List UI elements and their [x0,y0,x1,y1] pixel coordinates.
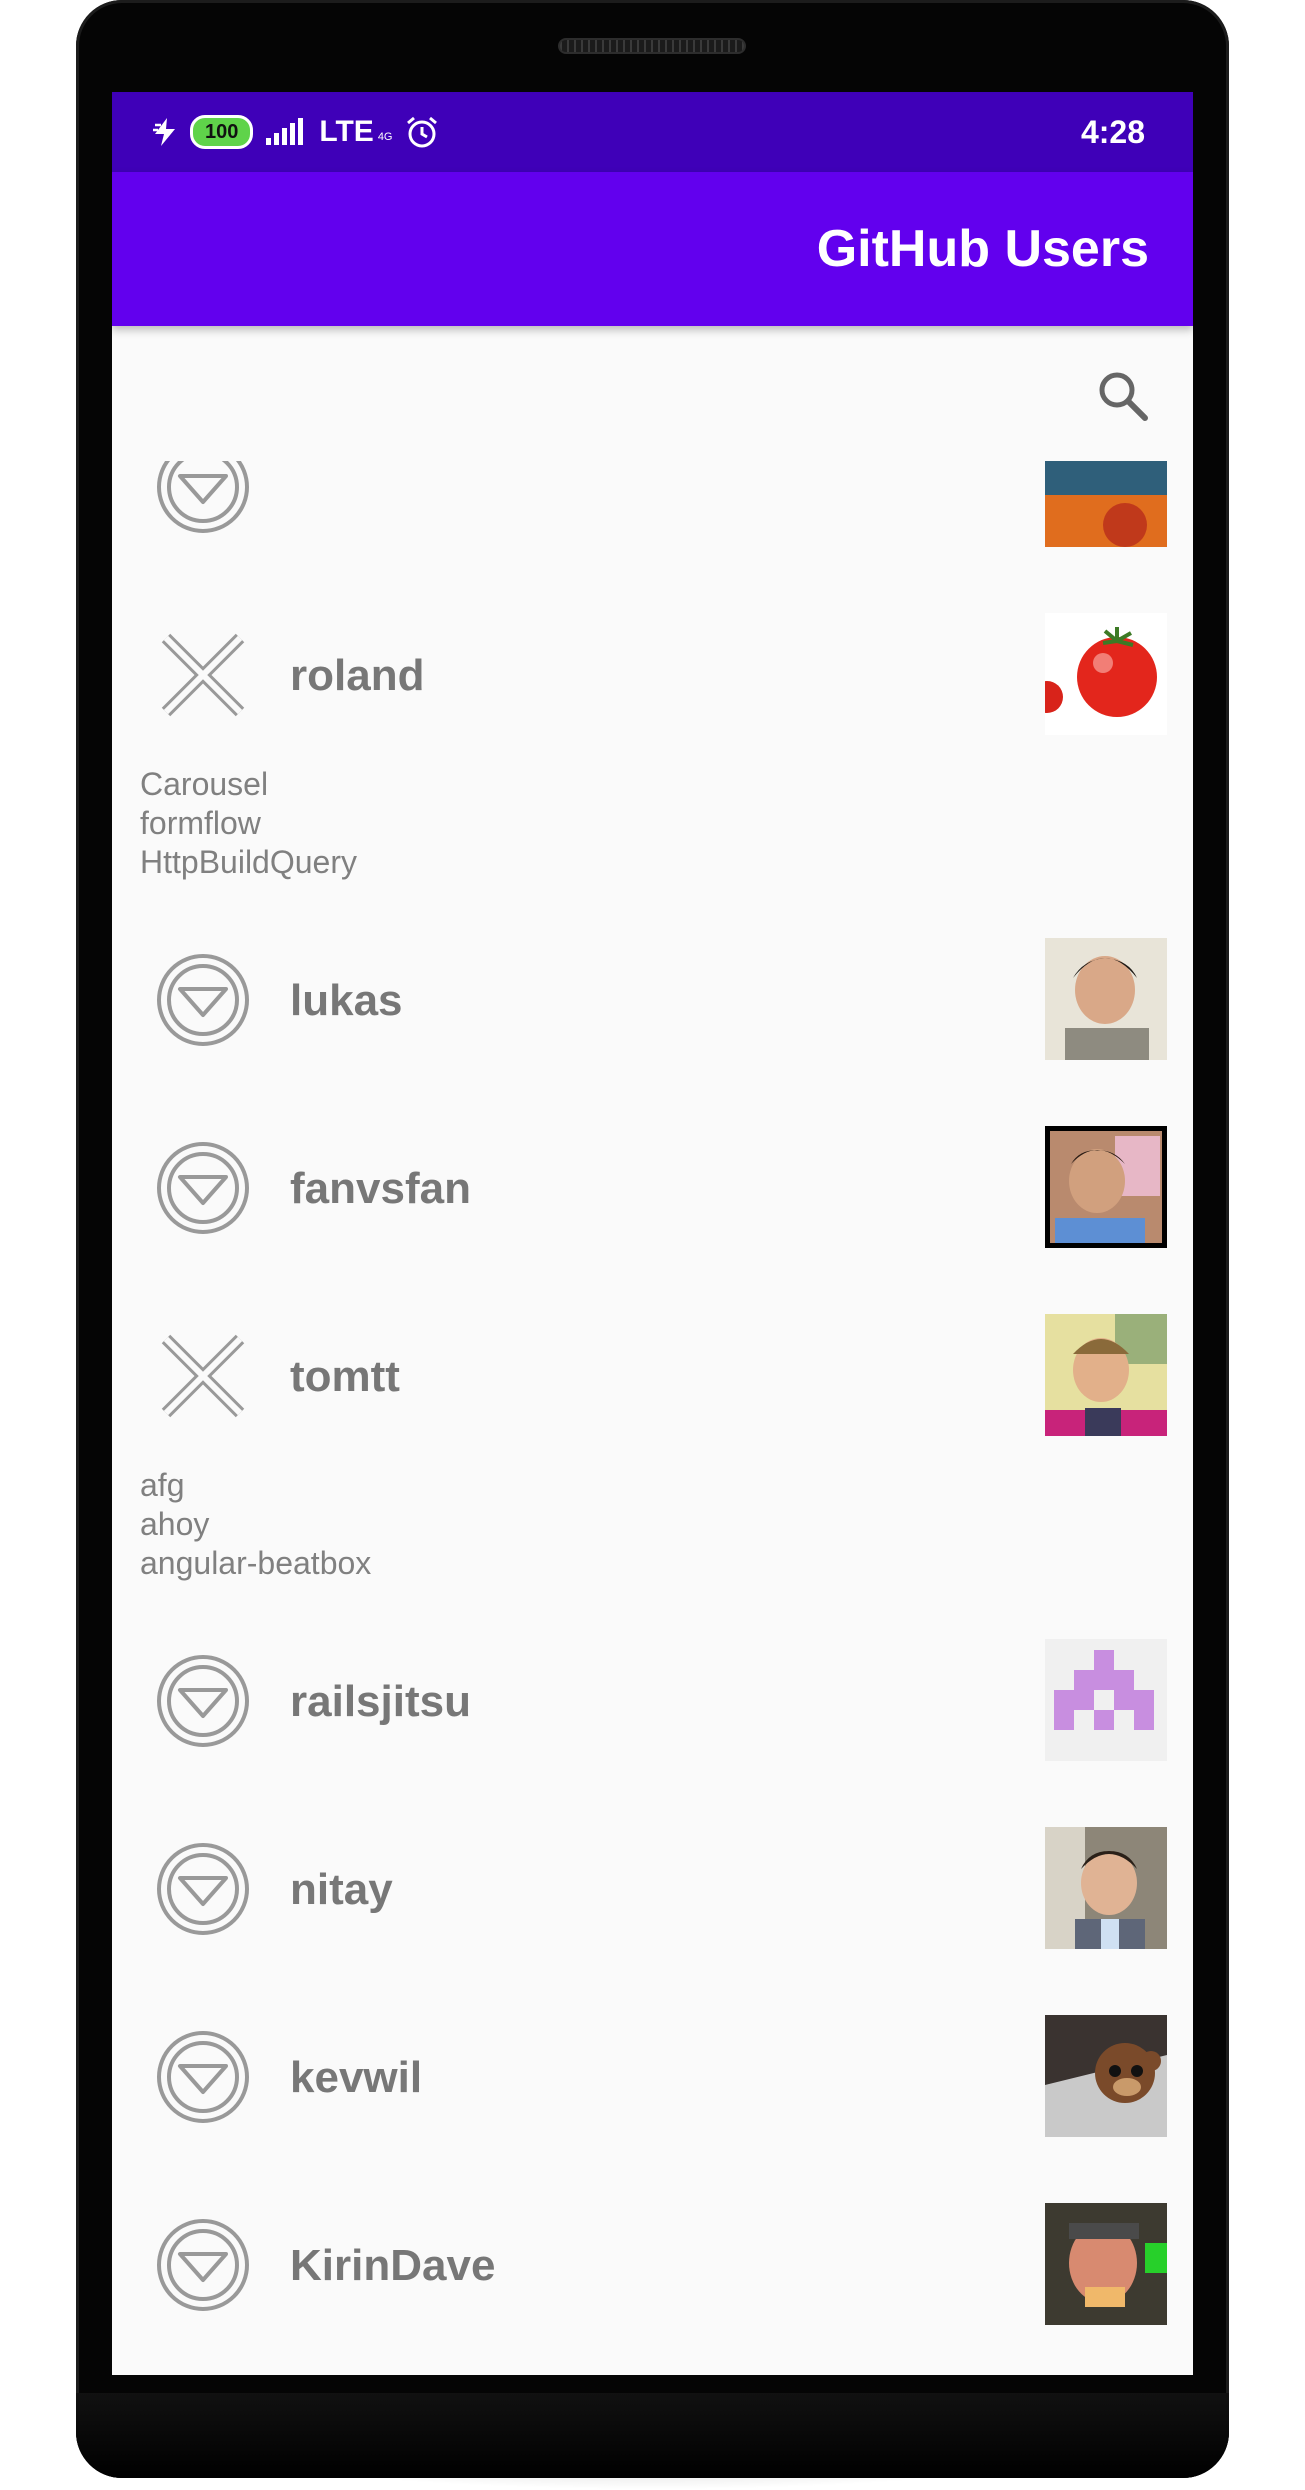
search-icon[interactable] [1093,366,1153,426]
avatar-image [1045,2015,1167,2137]
username: lukas [290,976,403,1025]
avatar [1045,2015,1167,2137]
expand-icon[interactable] [156,953,250,1047]
user-list-content: roland Carousel formflow HttpBuildQuery lu… [112,461,1193,2375]
avatar-image [1045,461,1167,547]
avatar [1045,613,1167,735]
user-row-nitay[interactable]: nitay [112,1795,1193,1983]
status-bar: 100 LTE 4G 4:28 [112,92,1193,172]
user-row-railsjitsu[interactable]: railsjitsu [112,1607,1193,1795]
status-time: 4:28 [1080,113,1145,150]
user-row-header[interactable]: tomtt [112,1282,1193,1470]
charging-icon [153,118,175,146]
user-row-header[interactable] [112,461,1193,581]
network-type: LTE [319,115,374,148]
avatar [1045,1639,1167,1761]
user-row-header[interactable]: nitay [112,1795,1193,1983]
username: roland [290,651,425,700]
app-screen: 100 LTE 4G 4:28 GitHub Users roland Caro… [112,92,1193,2375]
user-row-header[interactable]: KirinDave [112,2171,1193,2359]
user-row-header[interactable] [112,2359,1193,2375]
repo-item[interactable]: HttpBuildQuery [140,843,1193,882]
close-icon[interactable] [156,628,250,722]
user-row-header[interactable]: lukas [112,906,1193,1094]
user-row-header[interactable]: kevwil [112,1983,1193,2171]
avatar-image [1045,1639,1167,1761]
repo-item[interactable]: angular-beatbox [140,1544,1193,1583]
user-list[interactable]: roland Carousel formflow HttpBuildQuery lu… [112,461,1193,2375]
avatar [1045,938,1167,1060]
battery-indicator: 100 [190,115,254,149]
expand-icon[interactable] [156,1141,250,1235]
battery-level: 100 [205,120,239,143]
earpiece-speaker [558,38,746,54]
user-row-fanvsfan[interactable]: fanvsfan [112,1094,1193,1282]
avatar-image [1045,1827,1167,1949]
user-row-header[interactable]: railsjitsu [112,1607,1193,1795]
avatar-image [1045,2203,1167,2325]
user-row[interactable] [112,461,1193,581]
user-row-tomtt[interactable]: tomtt afg ahoy angular-beatbox [112,1282,1193,1607]
user-row-kevwil[interactable]: kevwil [112,1983,1193,2171]
user-row-kirindave[interactable]: KirinDave [112,2171,1193,2359]
username: KirinDave [290,2241,496,2290]
avatar-image [1045,613,1167,735]
network-subtype: 4G [377,131,393,143]
repo-list: afg ahoy angular-beatbox [112,1466,1193,1607]
avatar [1045,461,1167,547]
phone-chin [76,2393,1229,2478]
avatar [1045,2203,1167,2325]
close-icon[interactable] [156,1329,250,1423]
search-row [112,326,1193,461]
user-row-roland[interactable]: roland Carousel formflow HttpBuildQuery [112,581,1193,906]
username: railsjitsu [290,1677,471,1726]
signal-strength-icon [266,118,304,145]
repo-item[interactable]: formflow [140,804,1193,843]
alarm-icon [406,116,437,148]
avatar-image [1045,938,1167,1060]
username: fanvsfan [290,1164,471,1213]
avatar [1045,1827,1167,1949]
username: nitay [290,1865,393,1914]
username: kevwil [290,2053,423,2102]
username: tomtt [290,1352,400,1401]
avatar [1045,1314,1167,1436]
repo-item[interactable]: Carousel [140,765,1193,804]
user-row-lukas[interactable]: lukas [112,906,1193,1094]
avatar [1045,1126,1167,1248]
expand-icon[interactable] [156,2218,250,2312]
user-row[interactable] [112,2359,1193,2375]
repo-item[interactable]: afg [140,1466,1193,1505]
avatar-image [1045,1314,1167,1436]
avatar-image [1045,1126,1167,1248]
user-row-header[interactable]: roland [112,581,1193,769]
expand-icon[interactable] [156,1842,250,1936]
expand-icon[interactable] [156,1654,250,1748]
expand-icon[interactable] [156,2030,250,2124]
app-bar: GitHub Users [112,172,1193,326]
expand-icon[interactable] [156,461,250,534]
status-icons: 100 LTE 4G [152,115,439,149]
repo-list: Carousel formflow HttpBuildQuery [112,765,1193,906]
app-title: GitHub Users [816,220,1149,278]
repo-item[interactable]: ahoy [140,1505,1193,1544]
user-row-header[interactable]: fanvsfan [112,1094,1193,1282]
